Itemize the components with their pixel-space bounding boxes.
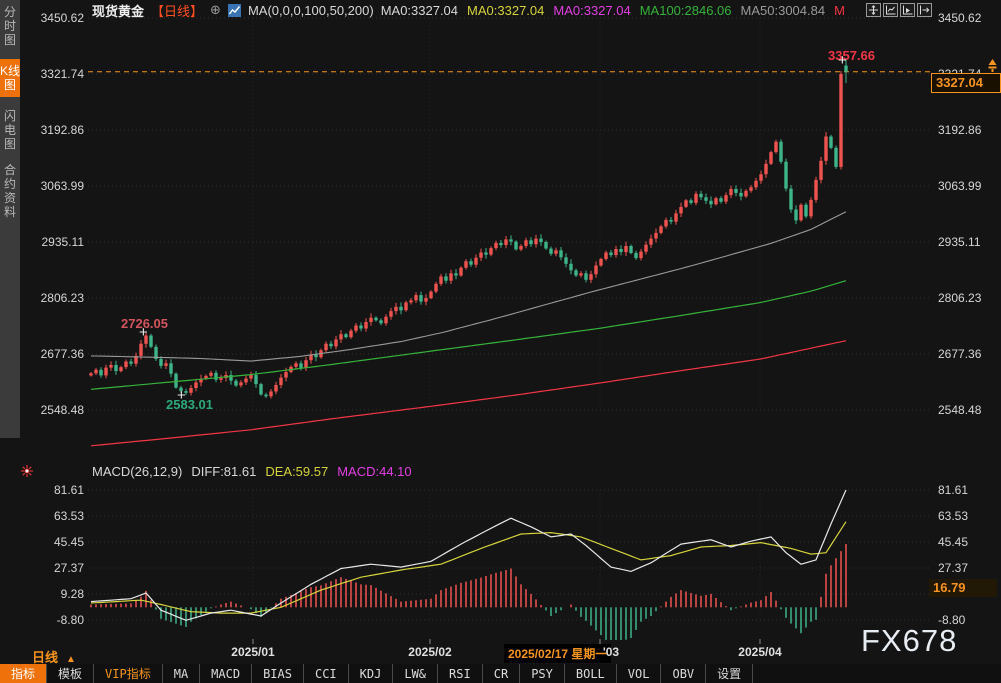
axis-scale-icon[interactable]	[883, 3, 898, 17]
session-high-label: 3357.66	[828, 48, 875, 63]
add-indicator-icon[interactable]: ⊕	[210, 2, 221, 18]
price-tick-left-7: 2548.48	[22, 403, 84, 417]
toolbar-item-MACD[interactable]: MACD	[200, 664, 252, 683]
sidebar-tab-lightning-chart[interactable]: 闪电图	[0, 109, 20, 151]
macd-tick-right-0: 81.61	[938, 483, 968, 497]
symbol-name: 现货黄金	[92, 1, 144, 20]
macd-dea-value: DEA:59.57	[265, 464, 328, 479]
price-tick-right-3: 3063.99	[938, 179, 981, 193]
pan-crosshair-icon[interactable]	[866, 3, 881, 17]
toolbar-item-RSI[interactable]: RSI	[438, 664, 483, 683]
low-cross-marker: +	[177, 389, 186, 402]
toolbar-item-VIP指标[interactable]: VIP指标	[94, 664, 163, 683]
ma-value-2: MA0:3327.04	[553, 3, 630, 18]
last-cross-marker: +	[838, 54, 847, 67]
price-tick-right-4: 2935.11	[938, 235, 981, 249]
macd-diff-value: DIFF:81.61	[191, 464, 256, 479]
shift-right-icon[interactable]	[917, 3, 932, 17]
watermark: FX678	[861, 623, 957, 659]
current-price-badge: 3327.04	[931, 73, 1001, 93]
macd-current-badge: 16.79	[929, 579, 997, 597]
macd-value: MACD:44.10	[337, 464, 411, 479]
left-sidebar: 分时图 K线图 闪电图 合约资料	[0, 0, 20, 438]
macd-tick-right-5: -8.80	[938, 613, 965, 627]
sidebar-tab-time-chart[interactable]: 分时图	[0, 5, 20, 47]
macd-tick-left-4: 9.28	[22, 587, 84, 601]
indicator-toolbar: 指标模板VIP指标MAMACDBIASCCIKDJLW&RSICRPSYBOLL…	[0, 664, 1001, 683]
x-axis-label-3: 2025/04	[738, 645, 781, 659]
price-chart-canvas[interactable]	[0, 0, 1001, 683]
toolbar-item-模板[interactable]: 模板	[47, 664, 94, 683]
price-tick-left-4: 2935.11	[22, 235, 84, 249]
macd-tick-right-3: 27.37	[938, 561, 968, 575]
toolbar-item-BIAS[interactable]: BIAS	[252, 664, 304, 683]
marked-low-label: 2583.01	[166, 397, 213, 412]
price-tick-left-6: 2677.36	[22, 347, 84, 361]
macd-tick-left-5: -8.80	[22, 613, 84, 627]
ma-value-3: MA100:2846.06	[640, 3, 732, 18]
indicator-alert-icon[interactable]	[20, 464, 34, 484]
macd-tick-left-3: 27.37	[22, 561, 84, 575]
macd-tick-right-2: 45.45	[938, 535, 968, 549]
ma-value-4: MA50:3004.84	[741, 3, 826, 18]
x-axis-label-2: '03	[603, 645, 619, 659]
macd-tick-left-2: 45.45	[22, 535, 84, 549]
toolbar-item-PSY[interactable]: PSY	[520, 664, 565, 683]
x-axis-label-1: 2025/02	[408, 645, 451, 659]
period-label: 【日线】	[151, 1, 203, 20]
price-tick-right-0: 3450.62	[938, 11, 981, 25]
toolbar-item-指标[interactable]: 指标	[0, 664, 47, 683]
toolbar-item-VOL[interactable]: VOL	[617, 664, 662, 683]
ma-settings-text: MA(0,0,0,100,50,200)	[248, 3, 374, 18]
toolbar-item-CCI[interactable]: CCI	[304, 664, 349, 683]
axis-play-icon[interactable]	[900, 3, 915, 17]
peak-cross-marker: +	[139, 326, 148, 339]
chart-toolbuttons	[866, 3, 932, 17]
chart-app: 分时图 K线图 闪电图 合约资料 现货黄金 【日线】 ⊕ MA(0,0,0,10…	[0, 0, 1001, 683]
ma-value-1: MA0:3327.04	[467, 3, 544, 18]
toolbar-item-设置[interactable]: 设置	[706, 664, 753, 683]
price-tick-left-1: 3321.74	[22, 67, 84, 81]
toolbar-item-CR[interactable]: CR	[483, 664, 520, 683]
chart-header: 现货黄金 【日线】 ⊕ MA(0,0,0,100,50,200) MA0:332…	[92, 2, 845, 18]
toolbar-item-KDJ[interactable]: KDJ	[349, 664, 394, 683]
price-tick-left-0: 3450.62	[22, 11, 84, 25]
toolbar-item-OBV[interactable]: OBV	[661, 664, 706, 683]
macd-header: MACD(26,12,9) DIFF:81.61 DEA:59.57 MACD:…	[92, 464, 412, 479]
macd-tick-left-0: 81.61	[22, 483, 84, 497]
toolbar-item-MA[interactable]: MA	[163, 664, 200, 683]
macd-title: MACD(26,12,9)	[92, 464, 182, 479]
macd-tick-left-1: 63.53	[22, 509, 84, 523]
toolbar-item-BOLL[interactable]: BOLL	[565, 664, 617, 683]
price-tick-left-3: 3063.99	[22, 179, 84, 193]
sidebar-tab-kline-chart[interactable]: K线图	[0, 59, 20, 97]
ma-chart-icon[interactable]	[228, 4, 241, 17]
price-tick-left-2: 3192.86	[22, 123, 84, 137]
price-tick-left-5: 2806.23	[22, 291, 84, 305]
price-tick-right-2: 3192.86	[938, 123, 981, 137]
toolbar-item-LW&[interactable]: LW&	[393, 664, 438, 683]
macd-tick-right-1: 63.53	[938, 509, 968, 523]
ma-values-list: MA0:3327.04 MA0:3327.04 MA0:3327.04 MA100:2…	[381, 3, 845, 18]
ma-value-5: M	[834, 3, 845, 18]
sidebar-tab-contract-info[interactable]: 合约资料	[0, 163, 20, 219]
hovered-date-badge: 2025/02/17 星期一	[504, 644, 611, 663]
ma-value-0: MA0:3327.04	[381, 3, 458, 18]
price-tick-right-7: 2548.48	[938, 403, 981, 417]
price-tick-right-6: 2677.36	[938, 347, 981, 361]
x-axis-label-0: 2025/01	[231, 645, 274, 659]
price-tick-right-5: 2806.23	[938, 291, 981, 305]
